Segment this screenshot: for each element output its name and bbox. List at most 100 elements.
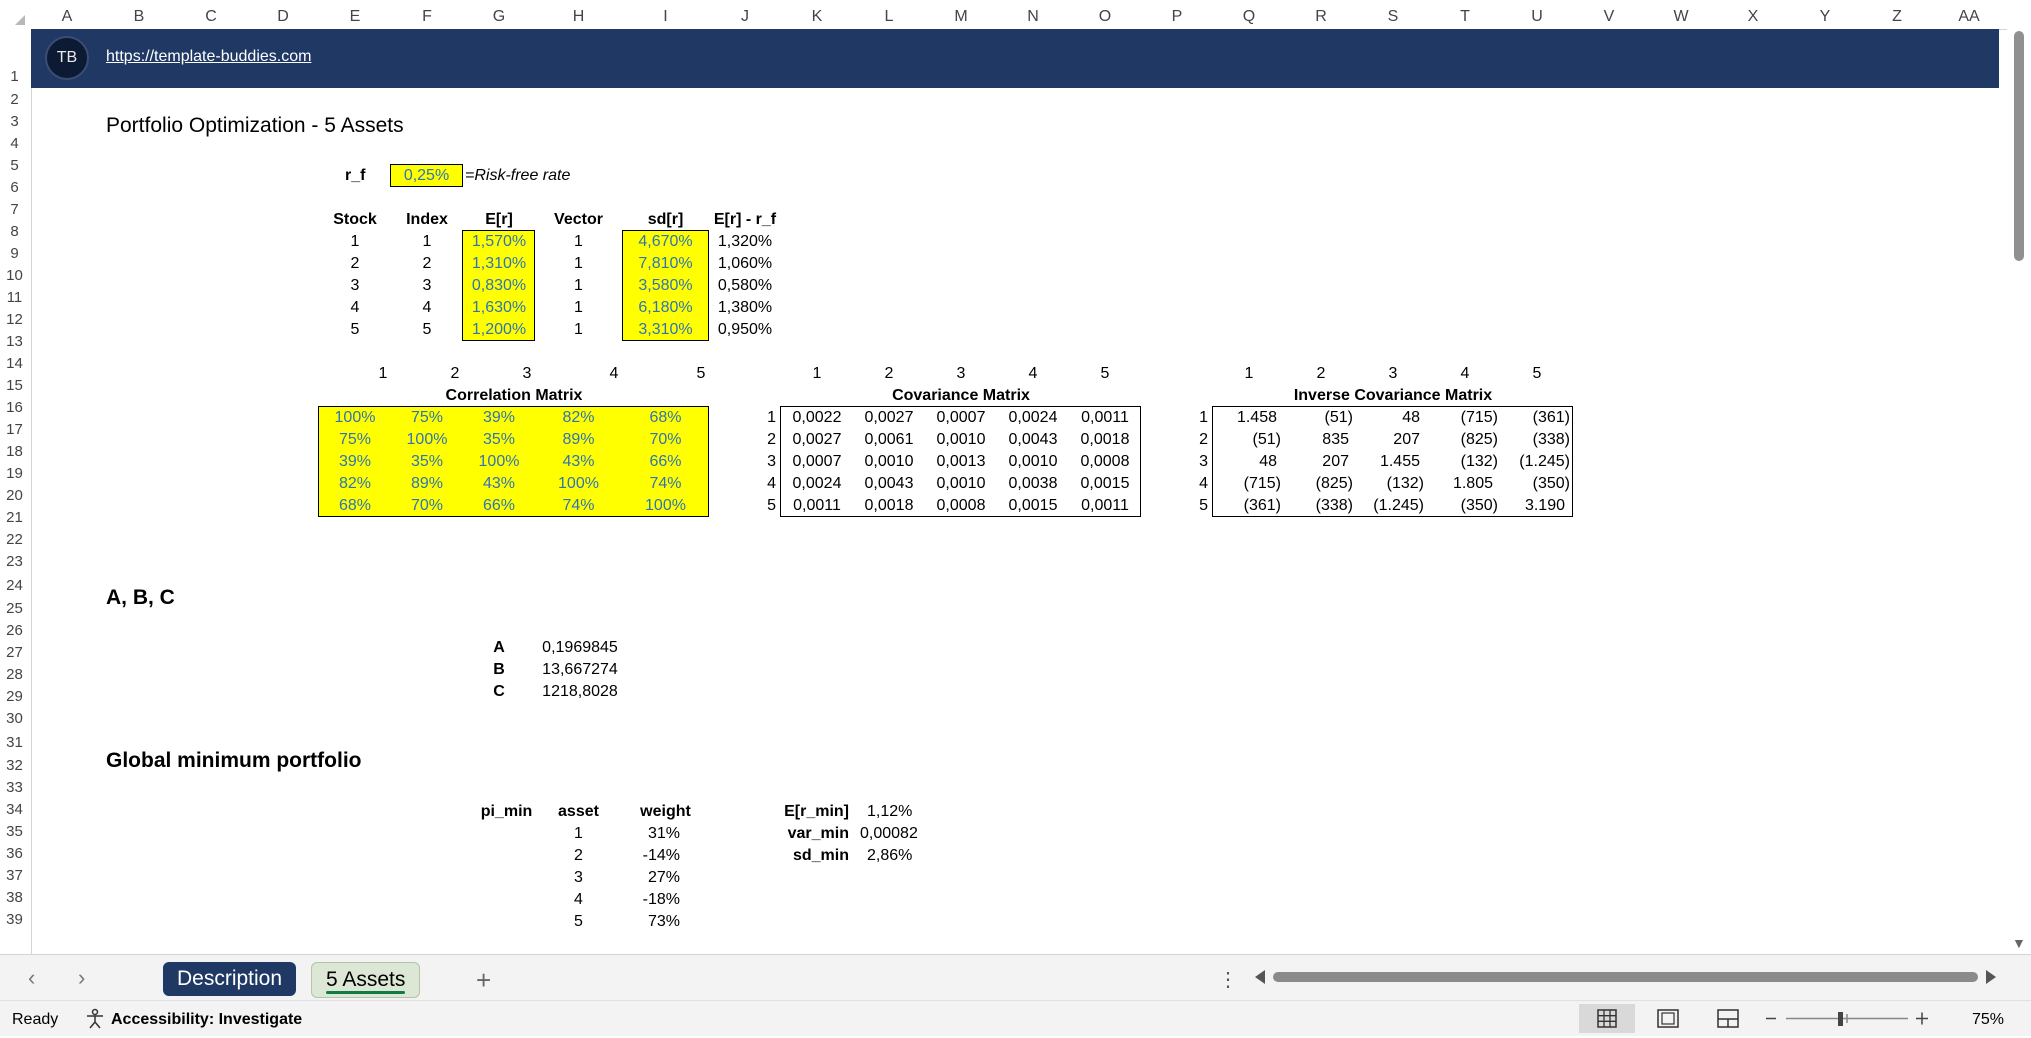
row-header[interactable]: 18 bbox=[0, 442, 29, 462]
col-header[interactable]: H bbox=[535, 0, 622, 29]
table-cell[interactable]: 1,570% bbox=[463, 232, 535, 252]
table-cell[interactable]: 4,670% bbox=[622, 232, 709, 252]
row-header[interactable]: 32 bbox=[0, 756, 29, 776]
matrix-cell[interactable]: 39% bbox=[319, 452, 391, 472]
zoom-slider[interactable] bbox=[1762, 1004, 1932, 1033]
col-header[interactable]: C bbox=[175, 0, 247, 29]
matrix-cell[interactable]: 74% bbox=[535, 496, 622, 516]
matrix-cell[interactable]: 0,0011 bbox=[781, 496, 853, 516]
tab-description[interactable]: Description bbox=[163, 962, 297, 996]
col-header[interactable]: U bbox=[1501, 0, 1573, 29]
matrix-cell[interactable]: 68% bbox=[622, 408, 709, 428]
col-header[interactable]: M bbox=[925, 0, 997, 29]
row-header[interactable]: 39 bbox=[0, 910, 29, 930]
table-cell[interactable]: 2 bbox=[319, 254, 391, 274]
row-header[interactable]: 5 bbox=[0, 156, 29, 176]
table-cell[interactable]: 1,630% bbox=[463, 298, 535, 318]
scroll-right-arrow-icon[interactable] bbox=[1984, 969, 1998, 985]
table-cell[interactable]: 0,830% bbox=[463, 276, 535, 296]
table-cell[interactable]: 1 bbox=[535, 276, 622, 296]
table-cell[interactable]: 1 bbox=[535, 254, 622, 274]
matrix-cell[interactable]: (825) bbox=[1429, 430, 1498, 450]
row-header[interactable]: 31 bbox=[0, 733, 29, 753]
table-cell[interactable]: 3,310% bbox=[622, 320, 709, 340]
matrix-cell[interactable]: 0,0022 bbox=[781, 408, 853, 428]
matrix-cell[interactable]: 0,0008 bbox=[925, 496, 997, 516]
col-header[interactable]: E bbox=[319, 0, 391, 29]
matrix-cell[interactable]: 82% bbox=[535, 408, 622, 428]
matrix-cell[interactable]: 0,0007 bbox=[781, 452, 853, 472]
gmp-weight[interactable]: 73% bbox=[622, 912, 680, 932]
matrix-cell[interactable]: 35% bbox=[391, 452, 463, 472]
col-header[interactable]: B bbox=[103, 0, 175, 29]
gmp-asset[interactable]: 2 bbox=[535, 846, 622, 866]
matrix-cell[interactable]: 66% bbox=[622, 452, 709, 472]
matrix-cell[interactable]: 3.190 bbox=[1501, 496, 1565, 516]
horizontal-scroll-thumb[interactable] bbox=[1273, 972, 1978, 982]
matrix-cell[interactable]: 82% bbox=[319, 474, 391, 494]
select-all-corner[interactable] bbox=[0, 0, 31, 29]
row-header[interactable]: 16 bbox=[0, 398, 29, 418]
matrix-cell[interactable]: 0,0027 bbox=[781, 430, 853, 450]
matrix-cell[interactable]: 1.458 bbox=[1213, 408, 1277, 428]
matrix-cell[interactable]: 74% bbox=[622, 474, 709, 494]
matrix-cell[interactable]: 0,0015 bbox=[997, 496, 1069, 516]
gmp-weight[interactable]: -14% bbox=[622, 846, 680, 866]
matrix-cell[interactable]: (51) bbox=[1213, 430, 1281, 450]
website-link[interactable]: https://template-buddies.com bbox=[106, 48, 311, 66]
gmp-asset[interactable]: 5 bbox=[535, 912, 622, 932]
row-header[interactable]: 4 bbox=[0, 134, 29, 154]
row-header[interactable]: 27 bbox=[0, 643, 29, 663]
table-cell[interactable]: 3,580% bbox=[622, 276, 709, 296]
table-cell[interactable]: 1,380% bbox=[709, 298, 781, 318]
page-layout-button[interactable] bbox=[1640, 1004, 1696, 1033]
abc-value[interactable]: 1218,8028 bbox=[535, 682, 625, 702]
gmp-weight[interactable]: 27% bbox=[622, 868, 680, 888]
horizontal-scrollbar[interactable] bbox=[1253, 969, 1998, 985]
matrix-cell[interactable]: 48 bbox=[1213, 452, 1277, 472]
matrix-cell[interactable]: 0,0010 bbox=[925, 430, 997, 450]
accessibility-status[interactable]: Accessibility: Investigate bbox=[111, 1011, 302, 1029]
row-header[interactable]: 28 bbox=[0, 665, 29, 685]
row-header[interactable]: 38 bbox=[0, 888, 29, 908]
col-header[interactable]: G bbox=[463, 0, 535, 29]
matrix-cell[interactable]: 39% bbox=[463, 408, 535, 428]
matrix-cell[interactable]: 0,0010 bbox=[925, 474, 997, 494]
table-cell[interactable]: 0,950% bbox=[709, 320, 781, 340]
matrix-cell[interactable]: 100% bbox=[535, 474, 622, 494]
table-cell[interactable]: 6,180% bbox=[622, 298, 709, 318]
table-cell[interactable]: 3 bbox=[391, 276, 463, 296]
matrix-cell[interactable]: 0,0038 bbox=[997, 474, 1069, 494]
col-header[interactable]: J bbox=[709, 0, 781, 29]
chevron-left-icon[interactable]: ‹ bbox=[28, 965, 35, 991]
table-cell[interactable]: 1 bbox=[535, 232, 622, 252]
matrix-cell[interactable]: (1.245) bbox=[1357, 496, 1424, 516]
matrix-cell[interactable]: 0,0007 bbox=[925, 408, 997, 428]
matrix-cell[interactable]: 43% bbox=[535, 452, 622, 472]
table-cell[interactable]: 1,320% bbox=[709, 232, 781, 252]
table-cell[interactable]: 1 bbox=[319, 232, 391, 252]
row-header[interactable]: 23 bbox=[0, 552, 29, 572]
row-header[interactable]: 9 bbox=[0, 244, 29, 264]
matrix-cell[interactable]: (338) bbox=[1285, 496, 1353, 516]
col-header[interactable]: W bbox=[1645, 0, 1717, 29]
row-header[interactable]: 17 bbox=[0, 420, 29, 440]
col-header[interactable]: R bbox=[1285, 0, 1357, 29]
col-header[interactable]: L bbox=[853, 0, 925, 29]
col-header[interactable]: AA bbox=[1933, 0, 2005, 29]
table-cell[interactable]: 1,060% bbox=[709, 254, 781, 274]
col-header[interactable]: A bbox=[31, 0, 103, 29]
matrix-cell[interactable]: 0,0015 bbox=[1069, 474, 1141, 494]
row-header[interactable]: 1 bbox=[0, 67, 29, 87]
table-cell[interactable]: 0,580% bbox=[709, 276, 781, 296]
row-header[interactable]: 15 bbox=[0, 376, 29, 396]
row-header[interactable]: 30 bbox=[0, 709, 29, 729]
matrix-cell[interactable]: 0,0024 bbox=[781, 474, 853, 494]
matrix-cell[interactable]: (361) bbox=[1501, 408, 1570, 428]
gmp-weight[interactable]: -18% bbox=[622, 890, 680, 910]
col-header[interactable]: K bbox=[781, 0, 853, 29]
matrix-cell[interactable]: (825) bbox=[1285, 474, 1353, 494]
matrix-cell[interactable]: 89% bbox=[391, 474, 463, 494]
row-header[interactable]: 14 bbox=[0, 354, 29, 374]
matrix-cell[interactable]: 68% bbox=[319, 496, 391, 516]
